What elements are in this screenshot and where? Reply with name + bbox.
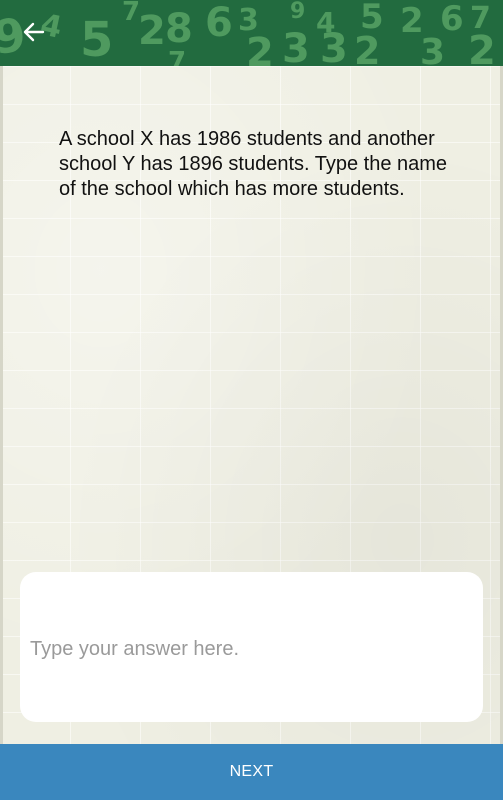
svg-text:2: 2 [246,30,274,66]
header-banner: 9 4 5 2 8 6 3 7 2 3 4 3 2 5 2 3 6 2 7 7 … [0,0,503,66]
number-pattern-background: 9 4 5 2 8 6 3 7 2 3 4 3 2 5 2 3 6 2 7 7 … [0,0,496,66]
back-button[interactable] [14,14,54,50]
svg-text:7: 7 [122,0,140,27]
answer-box[interactable] [20,572,483,722]
svg-text:2: 2 [138,8,166,54]
arrow-left-icon [23,22,45,42]
paper-edge-left [0,66,3,744]
svg-text:7: 7 [470,1,491,36]
svg-text:3: 3 [320,26,348,66]
question-text: A school X has 1986 students and another… [59,128,448,200]
svg-text:8: 8 [165,6,193,52]
answer-input[interactable] [30,634,470,664]
svg-text:6: 6 [440,0,464,39]
svg-text:5: 5 [360,0,384,37]
next-button[interactable]: NEXT [0,744,503,800]
svg-text:5: 5 [80,12,113,66]
svg-text:3: 3 [282,26,310,66]
svg-text:6: 6 [205,0,233,46]
svg-text:9: 9 [290,0,305,24]
svg-text:7: 7 [168,47,186,66]
